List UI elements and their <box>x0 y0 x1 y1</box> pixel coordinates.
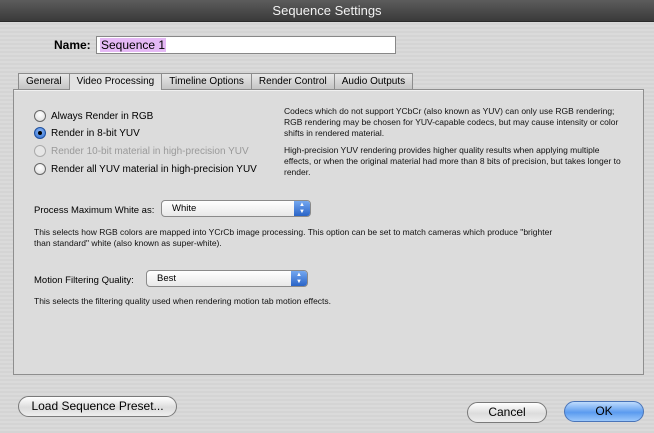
radio-all-high-precision[interactable]: Render all YUV material in high-precisio… <box>34 163 257 175</box>
radio-10bit-high-precision: Render 10-bit material in high-precision… <box>34 145 249 157</box>
chevron-up-down-icon: ▲ ▼ <box>291 271 307 286</box>
tab-bar: General Video Processing Timeline Option… <box>18 73 414 90</box>
motion-filtering-label: Motion Filtering Quality: <box>34 275 134 286</box>
high-precision-description: High-precision YUV rendering provides hi… <box>284 145 621 177</box>
load-sequence-preset-button[interactable]: Load Sequence Preset... <box>18 396 177 417</box>
radio-button-icon[interactable] <box>34 110 46 122</box>
radio-label: Render in 8-bit YUV <box>51 127 140 139</box>
radio-button-disabled-icon <box>34 145 46 157</box>
motion-filtering-select[interactable]: Best ▲ ▼ <box>146 270 308 287</box>
max-white-value: White <box>172 203 197 214</box>
max-white-description: This selects how RGB colors are mapped i… <box>34 227 553 248</box>
tab-render-control[interactable]: Render Control <box>250 73 335 89</box>
max-white-label: Process Maximum White as: <box>34 205 155 216</box>
name-label: Name: <box>54 38 91 52</box>
motion-filtering-description: This selects the filtering quality used … <box>34 296 332 306</box>
motion-filtering-value: Best <box>157 273 177 284</box>
cancel-button[interactable]: Cancel <box>467 402 547 423</box>
radio-8bit-yuv[interactable]: Render in 8-bit YUV <box>34 127 140 139</box>
radio-always-rgb[interactable]: Always Render in RGB <box>34 110 153 122</box>
name-value: Sequence 1 <box>100 38 167 52</box>
radio-label: Always Render in RGB <box>51 110 154 122</box>
tab-video-processing[interactable]: Video Processing <box>68 73 163 90</box>
radio-label: Render 10-bit material in high-precision… <box>51 145 249 157</box>
chevron-up-down-icon: ▲ ▼ <box>294 201 310 216</box>
tab-general[interactable]: General <box>18 73 70 89</box>
radio-label: Render all YUV material in high-precisio… <box>51 163 257 175</box>
tab-audio-outputs[interactable]: Audio Outputs <box>333 73 414 89</box>
radio-button-icon[interactable] <box>34 163 46 175</box>
name-input[interactable]: Sequence 1 <box>96 36 396 54</box>
window-title: Sequence Settings <box>0 0 654 22</box>
tab-timeline-options[interactable]: Timeline Options <box>161 73 252 89</box>
max-white-select[interactable]: White ▲ ▼ <box>161 200 311 217</box>
ok-button[interactable]: OK <box>564 401 644 422</box>
codecs-description: Codecs which do not support YCbCr (also … <box>284 106 619 138</box>
radio-button-selected-icon[interactable] <box>34 127 46 139</box>
